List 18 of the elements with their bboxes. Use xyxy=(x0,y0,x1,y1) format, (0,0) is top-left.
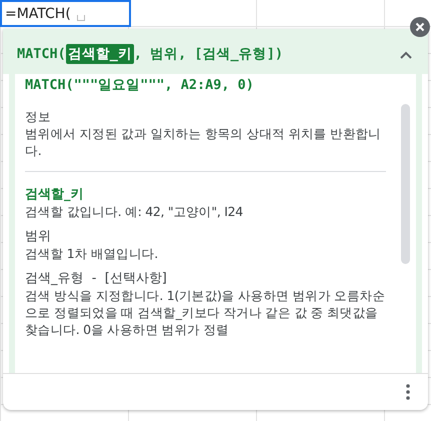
parameter-name: 검색_유형 - [선택사항] xyxy=(25,270,168,287)
section-heading: 정보 xyxy=(25,108,52,125)
formula-text: =MATCH( xyxy=(5,6,71,22)
more-vertical-icon xyxy=(406,384,410,400)
parameter-description: 검색할 값입니다. 예: 42, "고양이", I24 xyxy=(25,203,244,220)
example-formula: MATCH("""일요일""", A2:A9, 0) xyxy=(25,76,255,94)
cursor-icon xyxy=(76,14,85,20)
close-icon xyxy=(415,22,425,32)
cell-input[interactable]: =MATCH( xyxy=(0,0,131,27)
function-signature: MATCH(검색할_키, 범위, [검색_유형]) xyxy=(16,43,283,66)
parameter-name: 범위 xyxy=(25,228,52,245)
scrollbar[interactable] xyxy=(401,104,410,264)
close-button[interactable] xyxy=(410,17,430,37)
parameter-description: 검색할 1차 배열입니다. xyxy=(25,245,159,262)
chevron-icon xyxy=(400,51,412,59)
parameter-description: 검색 방식을 지정합니다. 1(기본값)을 사용하면 범위가 오름차순으로 정렬되었을 때 검색할_키보다 작거나 같은 값 중 최댓값을 찾습니다. 0을 사용하면 범위가 정렬 xyxy=(25,287,386,338)
parameter-name: 검색할_키 xyxy=(25,186,84,203)
description-text: 범위에서 지정된 값과 일치하는 항목의 상대적 위치를 반환합니다. xyxy=(25,125,382,159)
